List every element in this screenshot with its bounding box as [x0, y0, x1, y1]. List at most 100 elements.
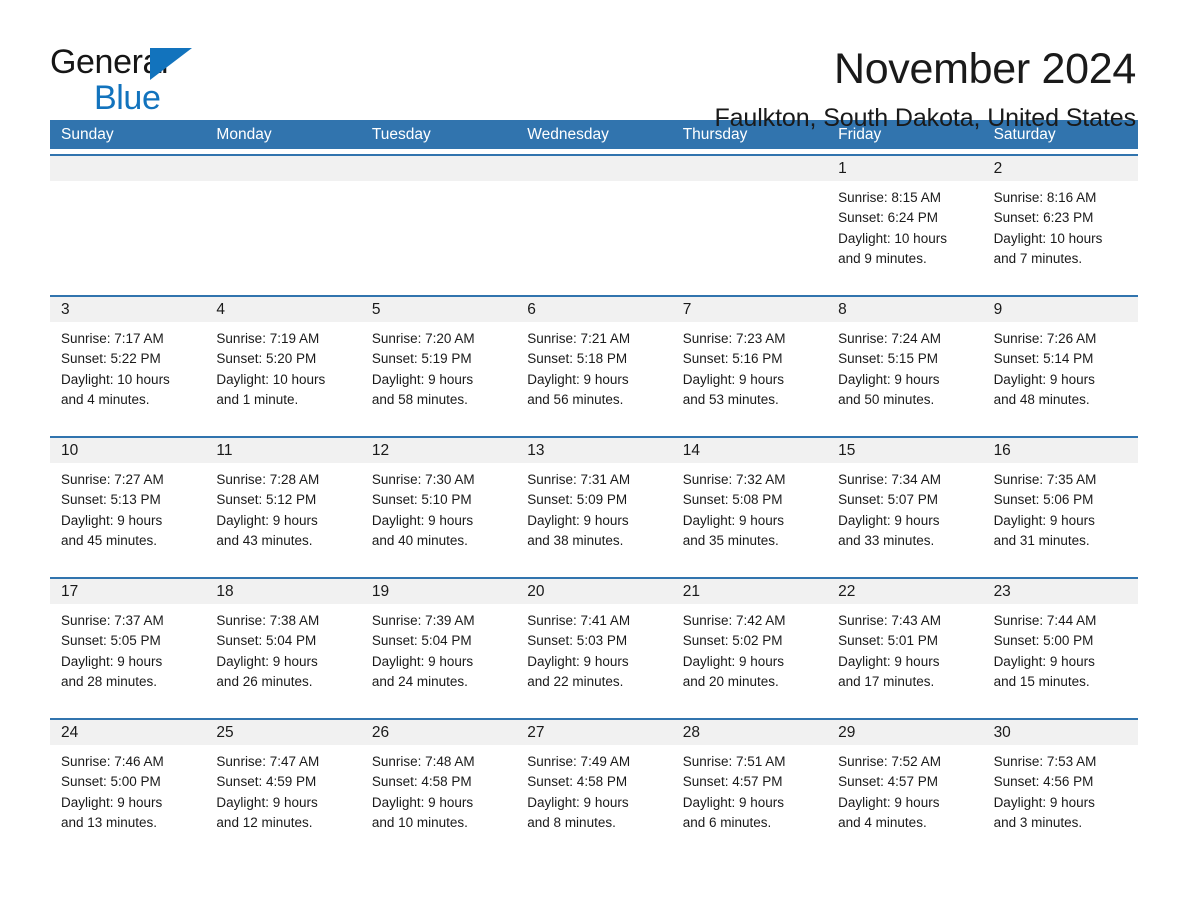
day-details: [50, 181, 205, 188]
calendar-day-cell-26[interactable]: 26 Sunrise: 7:48 AM Sunset: 4:58 PM Dayligh…: [360, 720, 517, 852]
calendar-day-cell-25[interactable]: 25 Sunrise: 7:47 AM Sunset: 4:59 PM Dayligh…: [205, 720, 361, 852]
calendar-day-cell-2[interactable]: 2 Sunrise: 8:16 AM Sunset: 6:23 PM Daylight…: [982, 156, 1138, 288]
sunset-text: Sunset: 5:13 PM: [61, 492, 161, 508]
calendar-day-cell-30[interactable]: 30 Sunrise: 7:53 AM Sunset: 4:56 PM Dayligh…: [982, 720, 1138, 852]
day-details: Sunrise: 7:47 AM Sunset: 4:59 PM Daylight:…: [205, 745, 360, 833]
daylight-text: Daylight: 9 hours: [61, 653, 163, 669]
calendar-day-cell-13[interactable]: 13 Sunrise: 7:31 AM Sunset: 5:09 PM Dayligh…: [516, 438, 672, 570]
sunrise-text: Sunrise: 7:34 AM: [838, 472, 941, 487]
daylight-text: Daylight: 10 hours: [993, 230, 1103, 246]
calendar-day-cell-19[interactable]: 19 Sunrise: 7:39 AM Sunset: 5:04 PM Dayligh…: [360, 579, 517, 711]
day-details: [205, 181, 360, 188]
daylight-text-cont: and 12 minutes.: [216, 814, 313, 830]
sunset-text: Sunset: 5:00 PM: [61, 774, 161, 790]
day-details: Sunrise: 7:31 AM Sunset: 5:09 PM Daylight:…: [516, 463, 671, 551]
calendar-day-cell-22[interactable]: 22 Sunrise: 7:43 AM Sunset: 5:01 PM Dayligh…: [827, 579, 983, 711]
sunset-text: Sunset: 5:01 PM: [838, 633, 938, 649]
sunrise-text: Sunrise: 7:35 AM: [993, 472, 1097, 487]
sunrise-text: Sunrise: 7:20 AM: [371, 331, 475, 346]
calendar-day-cell-3[interactable]: 3 Sunrise: 7:17 AM Sunset: 5:22 PM Daylight…: [50, 297, 206, 429]
sunrise-text: Sunrise: 7:48 AM: [371, 754, 475, 769]
day-number: 5: [360, 297, 517, 322]
calendar-day-cell-21[interactable]: 21 Sunrise: 7:42 AM Sunset: 5:02 PM Dayligh…: [671, 579, 828, 711]
brand-logo[interactable]: General Blue: [50, 44, 200, 116]
day-number: 28: [671, 720, 828, 745]
calendar-week-row: 3 Sunrise: 7:17 AM Sunset: 5:22 PM Daylight…: [50, 295, 1138, 429]
calendar-day-cell-10[interactable]: 10 Sunrise: 7:27 AM Sunset: 5:13 PM Dayligh…: [50, 438, 206, 570]
daylight-text: Daylight: 9 hours: [216, 653, 318, 669]
daylight-text-cont: and 4 minutes.: [61, 391, 150, 407]
day-number: 13: [516, 438, 672, 463]
sunset-text: Sunset: 5:12 PM: [216, 492, 317, 508]
daylight-text-cont: and 17 minutes.: [838, 673, 935, 689]
calendar-day-cell-27[interactable]: 27 Sunrise: 7:49 AM Sunset: 4:58 PM Dayligh…: [516, 720, 672, 852]
sunrise-text: Sunrise: 7:52 AM: [838, 754, 941, 769]
day-number: 10: [50, 438, 206, 463]
daylight-text: Daylight: 9 hours: [527, 512, 629, 528]
day-details: Sunrise: 7:27 AM Sunset: 5:13 PM Daylight:…: [50, 463, 205, 551]
daylight-text-cont: and 8 minutes.: [527, 814, 616, 830]
calendar-day-cell-17[interactable]: 17 Sunrise: 7:37 AM Sunset: 5:05 PM Dayligh…: [50, 579, 206, 711]
day-number: 12: [360, 438, 517, 463]
sunrise-text: Sunrise: 7:17 AM: [61, 331, 164, 346]
day-of-week-header-row: Sunday Monday Tuesday Wednesday Thursday Frid…: [50, 120, 1138, 149]
daylight-text: Daylight: 9 hours: [216, 794, 318, 810]
calendar-day-cell-12[interactable]: 12 Sunrise: 7:30 AM Sunset: 5:10 PM Dayligh…: [360, 438, 517, 570]
calendar-day-cell-24[interactable]: 24 Sunrise: 7:46 AM Sunset: 5:00 PM Dayligh…: [50, 720, 206, 852]
calendar-day-cell-29[interactable]: 29 Sunrise: 7:52 AM Sunset: 4:57 PM Dayligh…: [827, 720, 983, 852]
day-details: Sunrise: 7:53 AM Sunset: 4:56 PM Daylight:…: [983, 745, 1138, 833]
calendar-day-cell-9[interactable]: 9 Sunrise: 7:26 AM Sunset: 5:14 PM Daylight…: [982, 297, 1138, 429]
sunset-text: Sunset: 5:10 PM: [371, 492, 472, 508]
calendar-day-cell-6[interactable]: 6 Sunrise: 7:21 AM Sunset: 5:18 PM Daylight…: [516, 297, 672, 429]
day-of-week-header-wednesday: Wednesday: [527, 126, 609, 143]
day-of-week-header-friday: Friday: [838, 126, 882, 143]
day-number: 11: [205, 438, 361, 463]
daylight-text-cont: and 35 minutes.: [682, 532, 779, 548]
day-details: [516, 181, 671, 188]
calendar-day-cell-18[interactable]: 18 Sunrise: 7:38 AM Sunset: 5:04 PM Dayligh…: [205, 579, 361, 711]
calendar-day-cell-5[interactable]: 5 Sunrise: 7:20 AM Sunset: 5:19 PM Daylight…: [360, 297, 517, 429]
sunrise-text: Sunrise: 7:51 AM: [682, 754, 786, 769]
daylight-text-cont: and 43 minutes.: [216, 532, 313, 548]
sunset-text: Sunset: 4:58 PM: [527, 774, 628, 790]
calendar-day-cell-20[interactable]: 20 Sunrise: 7:41 AM Sunset: 5:03 PM Dayligh…: [516, 579, 672, 711]
calendar-day-cell-15[interactable]: 15 Sunrise: 7:34 AM Sunset: 5:07 PM Dayligh…: [827, 438, 983, 570]
day-number: [516, 156, 672, 181]
day-details: Sunrise: 7:42 AM Sunset: 5:02 PM Daylight:…: [672, 604, 827, 692]
calendar-day-cell-4[interactable]: 4 Sunrise: 7:19 AM Sunset: 5:20 PM Daylight…: [205, 297, 361, 429]
calendar-day-cell-1[interactable]: 1 Sunrise: 8:15 AM Sunset: 6:24 PM Daylight…: [827, 156, 983, 288]
calendar-weeks: 1 Sunrise: 8:15 AM Sunset: 6:24 PM Daylight…: [50, 154, 1138, 852]
day-number: 2: [982, 156, 1138, 181]
sunrise-text: Sunrise: 7:41 AM: [527, 613, 631, 628]
daylight-text: Daylight: 9 hours: [838, 512, 940, 528]
daylight-text-cont: and 1 minute.: [216, 391, 299, 407]
daylight-text: Daylight: 9 hours: [371, 653, 474, 669]
daylight-text-cont: and 20 minutes.: [682, 673, 779, 689]
calendar-day-cell-11[interactable]: 11 Sunrise: 7:28 AM Sunset: 5:12 PM Dayligh…: [205, 438, 361, 570]
calendar-day-cell-8[interactable]: 8 Sunrise: 7:24 AM Sunset: 5:15 PM Daylight…: [827, 297, 983, 429]
sunrise-text: Sunrise: 7:49 AM: [527, 754, 631, 769]
sunset-text: Sunset: 5:02 PM: [682, 633, 783, 649]
calendar-day-cell-7[interactable]: 7 Sunrise: 7:23 AM Sunset: 5:16 PM Daylight…: [671, 297, 828, 429]
daylight-text-cont: and 28 minutes.: [61, 673, 158, 689]
brand-name-blue: Blue: [94, 79, 161, 117]
day-number: 7: [671, 297, 828, 322]
calendar-day-cell-23[interactable]: 23 Sunrise: 7:44 AM Sunset: 5:00 PM Dayligh…: [982, 579, 1138, 711]
sunrise-text: Sunrise: 8:15 AM: [838, 190, 941, 205]
calendar-day-cell-28[interactable]: 28 Sunrise: 7:51 AM Sunset: 4:57 PM Dayligh…: [671, 720, 828, 852]
day-number: 3: [50, 297, 206, 322]
sunset-text: Sunset: 5:04 PM: [371, 633, 472, 649]
calendar-day-cell-14[interactable]: 14 Sunrise: 7:32 AM Sunset: 5:08 PM Dayligh…: [671, 438, 828, 570]
day-number: 16: [982, 438, 1138, 463]
day-details: Sunrise: 7:23 AM Sunset: 5:16 PM Daylight:…: [672, 322, 827, 410]
day-of-week-header-tuesday: Tuesday: [371, 126, 431, 143]
daylight-text: Daylight: 9 hours: [371, 512, 474, 528]
day-number: [360, 156, 517, 181]
sunrise-text: Sunrise: 8:16 AM: [993, 190, 1097, 205]
daylight-text-cont: and 9 minutes.: [838, 250, 927, 266]
sunrise-text: Sunrise: 7:30 AM: [371, 472, 475, 487]
daylight-text-cont: and 6 minutes.: [682, 814, 772, 830]
sunrise-text: Sunrise: 7:23 AM: [682, 331, 786, 346]
calendar-day-cell-16[interactable]: 16 Sunrise: 7:35 AM Sunset: 5:06 PM Dayligh…: [982, 438, 1138, 570]
day-details: Sunrise: 7:48 AM Sunset: 4:58 PM Daylight:…: [361, 745, 516, 833]
